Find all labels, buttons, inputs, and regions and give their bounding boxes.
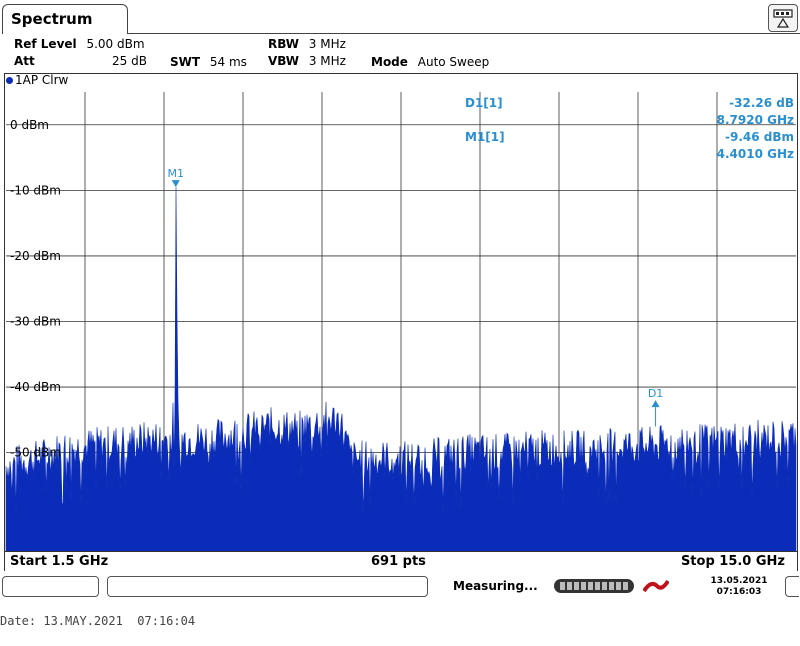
m1-freq: 4.4010 GHz [717, 147, 794, 161]
measuring-status: Measuring... [453, 579, 538, 593]
marker-readout: D1[1] -32.26 dB 8.7920 GHz M1[1] -9.46 d… [465, 96, 794, 161]
y-tick-labels: 0 dBm -10 dBm -20 dBm -30 dBm -40 dBm -50 dBm [10, 118, 61, 460]
status-field-1[interactable] [2, 576, 99, 597]
lxi-logo-icon [642, 578, 670, 594]
status-time: 07:16:03 [716, 587, 762, 597]
sweep-points: 691 pts [371, 554, 426, 569]
y-tick-label: -20 dBm [10, 249, 61, 263]
d1-label: D1[1] [465, 96, 503, 110]
stop-frequency: Stop 15.0 GHz [680, 554, 785, 569]
start-frequency: Start 1.5 GHz [10, 554, 109, 569]
y-tick-label: 0 dBm [10, 118, 49, 132]
d1-freq: 8.7920 GHz [717, 113, 794, 127]
d1-marker-arrow [651, 400, 660, 408]
spectrum-chart: 0 dBm -10 dBm -20 dBm -30 dBm -40 dBm -50 dBm… [5, 92, 797, 552]
y-tick-label: -40 dBm [10, 380, 61, 394]
status-bar: Measuring... 13.05.2021 07:16:03 [0, 574, 800, 600]
status-datetime: 13.05.2021 07:16:03 [700, 576, 778, 598]
d1-level: -32.26 dB [729, 96, 794, 110]
d1-marker-tag: D1 [648, 387, 663, 400]
status-field-2[interactable] [107, 576, 428, 597]
m1-marker-arrow [171, 180, 180, 188]
m1-label: M1[1] [465, 130, 505, 144]
progress-bar [554, 579, 634, 593]
y-tick-label: -50 dBm [10, 446, 61, 460]
print-date: Date: 13.MAY.2021 07:16:04 [0, 614, 196, 628]
y-tick-label: -30 dBm [10, 315, 61, 329]
marker-layer: M1 D1 [168, 167, 663, 427]
y-tick-label: -10 dBm [10, 183, 61, 197]
m1-level: -9.46 dBm [725, 130, 794, 144]
status-date: 13.05.2021 [710, 576, 768, 586]
m1-marker-tag: M1 [168, 167, 185, 180]
status-field-end[interactable] [785, 576, 799, 597]
